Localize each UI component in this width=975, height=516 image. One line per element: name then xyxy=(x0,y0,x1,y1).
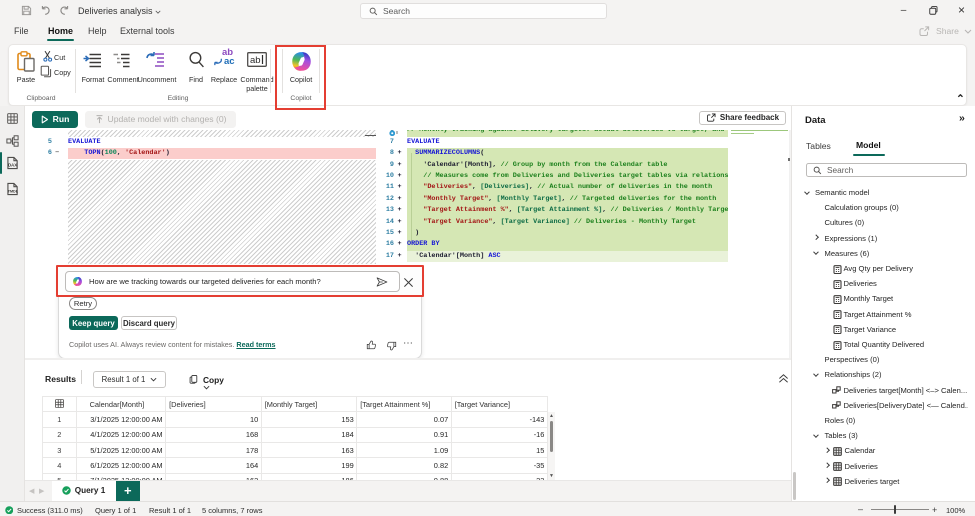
svg-text:TMDL: TMDL xyxy=(8,190,19,194)
svg-text:ab: ab xyxy=(250,55,261,66)
svg-text:DAX: DAX xyxy=(8,163,17,168)
